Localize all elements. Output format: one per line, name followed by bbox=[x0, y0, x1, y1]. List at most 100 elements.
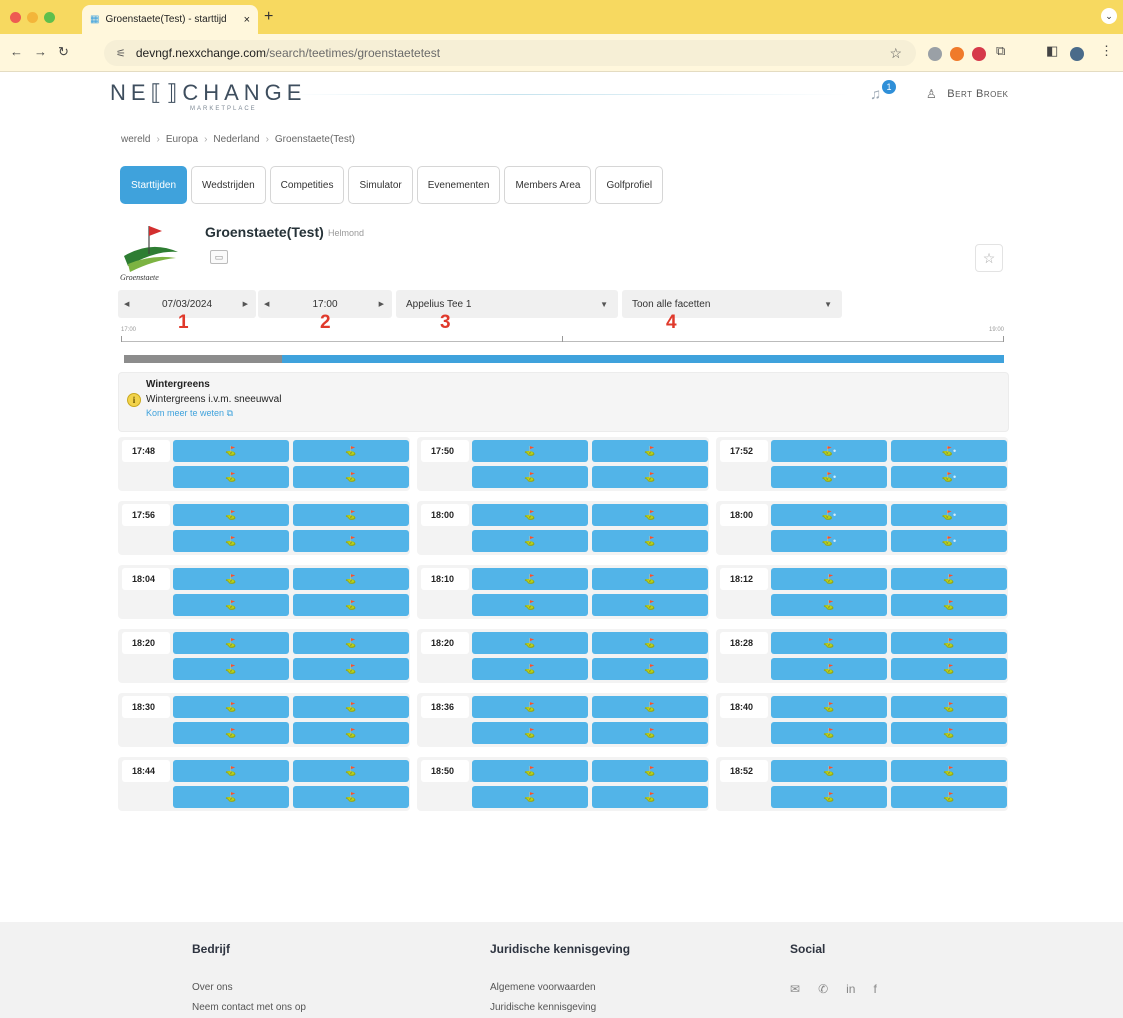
book-player-button[interactable]: ⛳ bbox=[173, 760, 289, 782]
book-player-button[interactable]: ⛳ bbox=[293, 504, 409, 526]
tab-close-icon[interactable]: × bbox=[244, 14, 250, 26]
tab-competities[interactable]: Competities bbox=[269, 166, 345, 204]
book-player-button[interactable]: ⛳ bbox=[472, 594, 588, 616]
book-player-button[interactable]: ⛳ bbox=[592, 568, 708, 590]
breadcrumb-item[interactable]: wereld bbox=[121, 134, 150, 145]
book-player-button[interactable]: ⛳ bbox=[592, 504, 708, 526]
book-player-button[interactable]: ⛳ bbox=[173, 786, 289, 808]
address-bar[interactable]: ⚟ devngf.nexxchange.com/search/teetimes/… bbox=[104, 40, 916, 66]
credit-card-icon[interactable]: ▭ bbox=[210, 250, 228, 264]
book-player-button[interactable]: ⛳ bbox=[173, 440, 289, 462]
book-player-button[interactable]: ⛳ bbox=[771, 658, 887, 680]
book-player-button[interactable]: ⛳ bbox=[173, 632, 289, 654]
book-player-button[interactable]: ⛳ bbox=[173, 696, 289, 718]
back-icon[interactable]: ← bbox=[10, 44, 23, 59]
extension-icon[interactable] bbox=[972, 47, 986, 61]
book-player-button[interactable]: ⛳ bbox=[891, 594, 1007, 616]
book-player-button[interactable]: ⛳ bbox=[771, 632, 887, 654]
book-player-button[interactable]: ⛳ bbox=[472, 632, 588, 654]
book-player-button[interactable]: ⛳ bbox=[173, 504, 289, 526]
book-player-button[interactable]: ⛳ bbox=[891, 632, 1007, 654]
date-value[interactable]: 07/03/2024 bbox=[118, 299, 256, 310]
book-player-button[interactable]: ⛳ bbox=[891, 722, 1007, 744]
reload-icon[interactable]: ↻ bbox=[58, 44, 69, 60]
tab-evenementen[interactable]: Evenementen bbox=[416, 166, 501, 204]
book-player-button[interactable]: ⛳ bbox=[173, 568, 289, 590]
book-player-button[interactable]: ⛳ bbox=[472, 658, 588, 680]
book-player-button[interactable]: ⛳ bbox=[891, 786, 1007, 808]
footer-link-legal[interactable]: Juridische kennisgeving bbox=[490, 1002, 630, 1013]
book-player-button[interactable]: ⛳ bbox=[293, 786, 409, 808]
footer-link-contact[interactable]: Neem contact met ons op bbox=[192, 1002, 306, 1013]
breadcrumb-item[interactable]: Groenstaete(Test) bbox=[275, 134, 355, 145]
prev-date-icon[interactable]: ◀ bbox=[124, 300, 129, 308]
extension-icon[interactable] bbox=[928, 47, 942, 61]
user-menu[interactable]: ♙ Bert Broek bbox=[926, 87, 1009, 101]
next-date-icon[interactable]: ▶ bbox=[243, 300, 248, 308]
book-player-button[interactable]: ⛳ • bbox=[771, 466, 887, 488]
book-player-button[interactable]: ⛳ bbox=[771, 722, 887, 744]
book-player-button[interactable]: ⛳ bbox=[891, 568, 1007, 590]
book-player-button[interactable]: ⛳ bbox=[173, 722, 289, 744]
facebook-icon[interactable]: f bbox=[873, 982, 876, 996]
book-player-button[interactable]: ⛳ bbox=[472, 760, 588, 782]
book-player-button[interactable]: ⛳ bbox=[472, 786, 588, 808]
book-player-button[interactable]: ⛳ bbox=[293, 568, 409, 590]
book-player-button[interactable]: ⛳ bbox=[293, 632, 409, 654]
book-player-button[interactable]: ⛳ bbox=[472, 722, 588, 744]
tab-wedstrijden[interactable]: Wedstrijden bbox=[191, 166, 266, 204]
book-player-button[interactable]: ⛳ bbox=[173, 594, 289, 616]
book-player-button[interactable]: ⛳ bbox=[771, 696, 887, 718]
book-player-button[interactable]: ⛳ bbox=[173, 466, 289, 488]
book-player-button[interactable]: ⛳ bbox=[472, 466, 588, 488]
book-player-button[interactable]: ⛳ • bbox=[891, 504, 1007, 526]
book-player-button[interactable]: ⛳ bbox=[592, 440, 708, 462]
book-player-button[interactable]: ⛳ bbox=[293, 530, 409, 552]
book-player-button[interactable]: ⛳ • bbox=[891, 530, 1007, 552]
book-player-button[interactable]: ⛳ bbox=[293, 658, 409, 680]
book-player-button[interactable]: ⛳ bbox=[472, 696, 588, 718]
maximize-window-icon[interactable] bbox=[44, 12, 55, 23]
course-select[interactable]: Appelius Tee 1 ▼ bbox=[396, 290, 618, 318]
book-player-button[interactable]: ⛳ • bbox=[891, 440, 1007, 462]
book-player-button[interactable]: ⛳ bbox=[472, 568, 588, 590]
forward-icon[interactable]: → bbox=[34, 44, 47, 59]
footer-link-terms[interactable]: Algemene voorwaarden bbox=[490, 982, 630, 993]
tab-golfprofiel[interactable]: Golfprofiel bbox=[595, 166, 664, 204]
profile-avatar-icon[interactable] bbox=[1070, 47, 1084, 61]
linkedin-icon[interactable]: in bbox=[846, 982, 855, 996]
book-player-button[interactable]: ⛳ bbox=[472, 440, 588, 462]
notifications-button[interactable]: ♫ 1 bbox=[870, 80, 898, 106]
book-player-button[interactable]: ⛳ bbox=[771, 786, 887, 808]
book-player-button[interactable]: ⛳ • bbox=[771, 530, 887, 552]
tab-members-area[interactable]: Members Area bbox=[504, 166, 592, 204]
book-player-button[interactable]: ⛳ bbox=[592, 760, 708, 782]
browser-menu-icon[interactable]: ⋮ bbox=[1100, 43, 1113, 59]
book-player-button[interactable]: ⛳ bbox=[293, 722, 409, 744]
extensions-puzzle-icon[interactable]: ⧉ bbox=[996, 43, 1005, 59]
book-player-button[interactable]: ⛳ bbox=[173, 530, 289, 552]
book-player-button[interactable]: ⛳ bbox=[891, 658, 1007, 680]
book-player-button[interactable]: ⛳ bbox=[293, 440, 409, 462]
facets-select[interactable]: Toon alle facetten ▼ bbox=[622, 290, 842, 318]
learn-more-link[interactable]: Kom meer te weten ⧉ bbox=[146, 408, 233, 419]
site-settings-icon[interactable]: ⚟ bbox=[116, 47, 126, 60]
book-player-button[interactable]: ⛳ bbox=[891, 696, 1007, 718]
book-player-button[interactable]: ⛳ bbox=[173, 658, 289, 680]
mail-icon[interactable]: ✉ bbox=[790, 982, 800, 996]
book-player-button[interactable]: ⛳ bbox=[592, 658, 708, 680]
book-player-button[interactable]: ⛳ bbox=[771, 760, 887, 782]
new-tab-button[interactable]: + bbox=[264, 8, 273, 26]
side-panel-icon[interactable]: ◧ bbox=[1046, 43, 1058, 59]
book-player-button[interactable]: ⛳ bbox=[771, 594, 887, 616]
tab-search-icon[interactable]: ⌄ bbox=[1101, 8, 1117, 24]
site-logo[interactable]: NE⟦⟧CHANGE bbox=[110, 80, 306, 106]
book-player-button[interactable]: ⛳ • bbox=[771, 440, 887, 462]
book-player-button[interactable]: ⛳ bbox=[592, 466, 708, 488]
footer-link-about[interactable]: Over ons bbox=[192, 982, 306, 993]
book-player-button[interactable]: ⛳ bbox=[592, 786, 708, 808]
favorite-star-button[interactable]: ☆ bbox=[975, 244, 1003, 272]
book-player-button[interactable]: ⛳ bbox=[472, 530, 588, 552]
bookmark-star-icon[interactable]: ☆ bbox=[889, 45, 902, 62]
minimize-window-icon[interactable] bbox=[27, 12, 38, 23]
